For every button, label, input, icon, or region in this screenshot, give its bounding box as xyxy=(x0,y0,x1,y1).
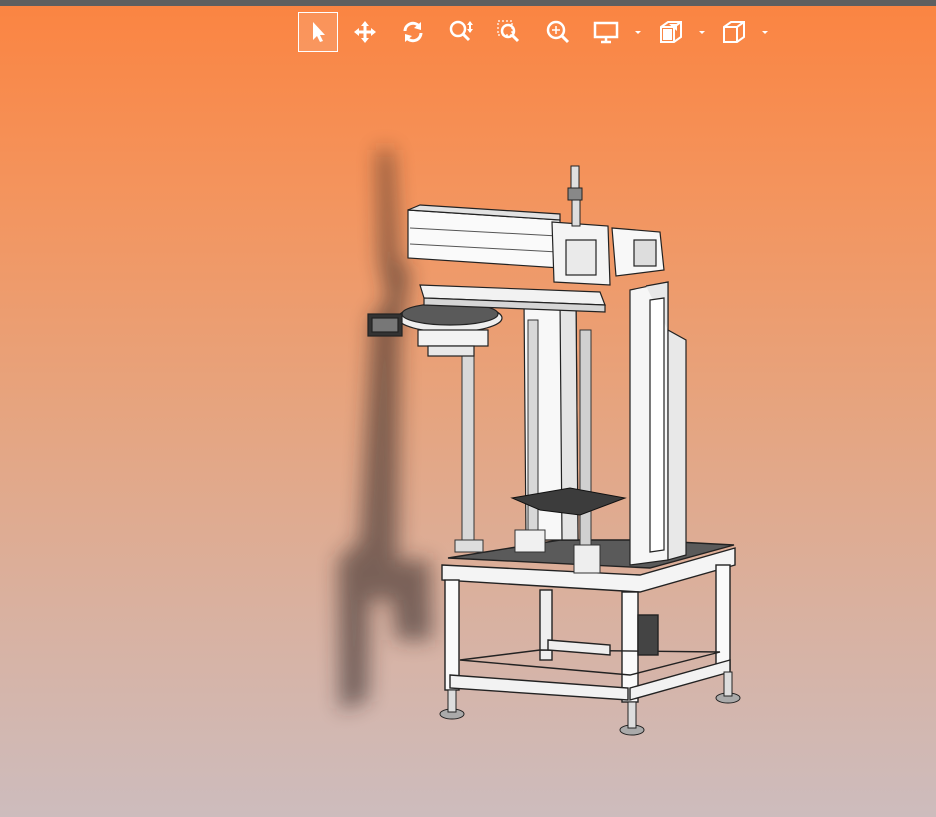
zoom-fit-icon xyxy=(546,20,570,44)
section-view-button[interactable] xyxy=(651,12,691,52)
cad-machine-model[interactable] xyxy=(0,60,936,817)
rotate-tool-button[interactable] xyxy=(393,12,433,52)
cursor-arrow-icon xyxy=(313,22,325,42)
section-view-dropdown-chevron-icon[interactable] xyxy=(697,27,707,37)
window-top-border xyxy=(0,0,936,6)
zoom-updown-icon xyxy=(449,20,473,42)
zoom-fit-tool-button[interactable] xyxy=(538,12,578,52)
rotate-icon xyxy=(403,21,423,43)
zoom-window-icon xyxy=(497,20,520,43)
vertical-spindle xyxy=(567,165,583,227)
monitor-icon xyxy=(593,21,619,44)
3d-viewport[interactable] xyxy=(0,60,936,817)
vertical-panel xyxy=(629,281,687,566)
standard-views-button[interactable] xyxy=(714,12,754,52)
select-tool-button[interactable] xyxy=(298,12,338,52)
zoom-tool-button[interactable] xyxy=(441,12,481,52)
zoom-window-tool-button[interactable] xyxy=(489,12,529,52)
cube-icon xyxy=(723,21,745,43)
view-toolbar xyxy=(0,12,936,52)
linear-actuator xyxy=(407,204,665,286)
section-box-icon xyxy=(660,21,682,43)
move-arrows-icon xyxy=(354,21,376,43)
display-mode-dropdown-chevron-icon[interactable] xyxy=(633,27,643,37)
standard-views-dropdown-chevron-icon[interactable] xyxy=(760,27,770,37)
display-mode-button[interactable] xyxy=(586,12,626,52)
pan-tool-button[interactable] xyxy=(345,12,385,52)
